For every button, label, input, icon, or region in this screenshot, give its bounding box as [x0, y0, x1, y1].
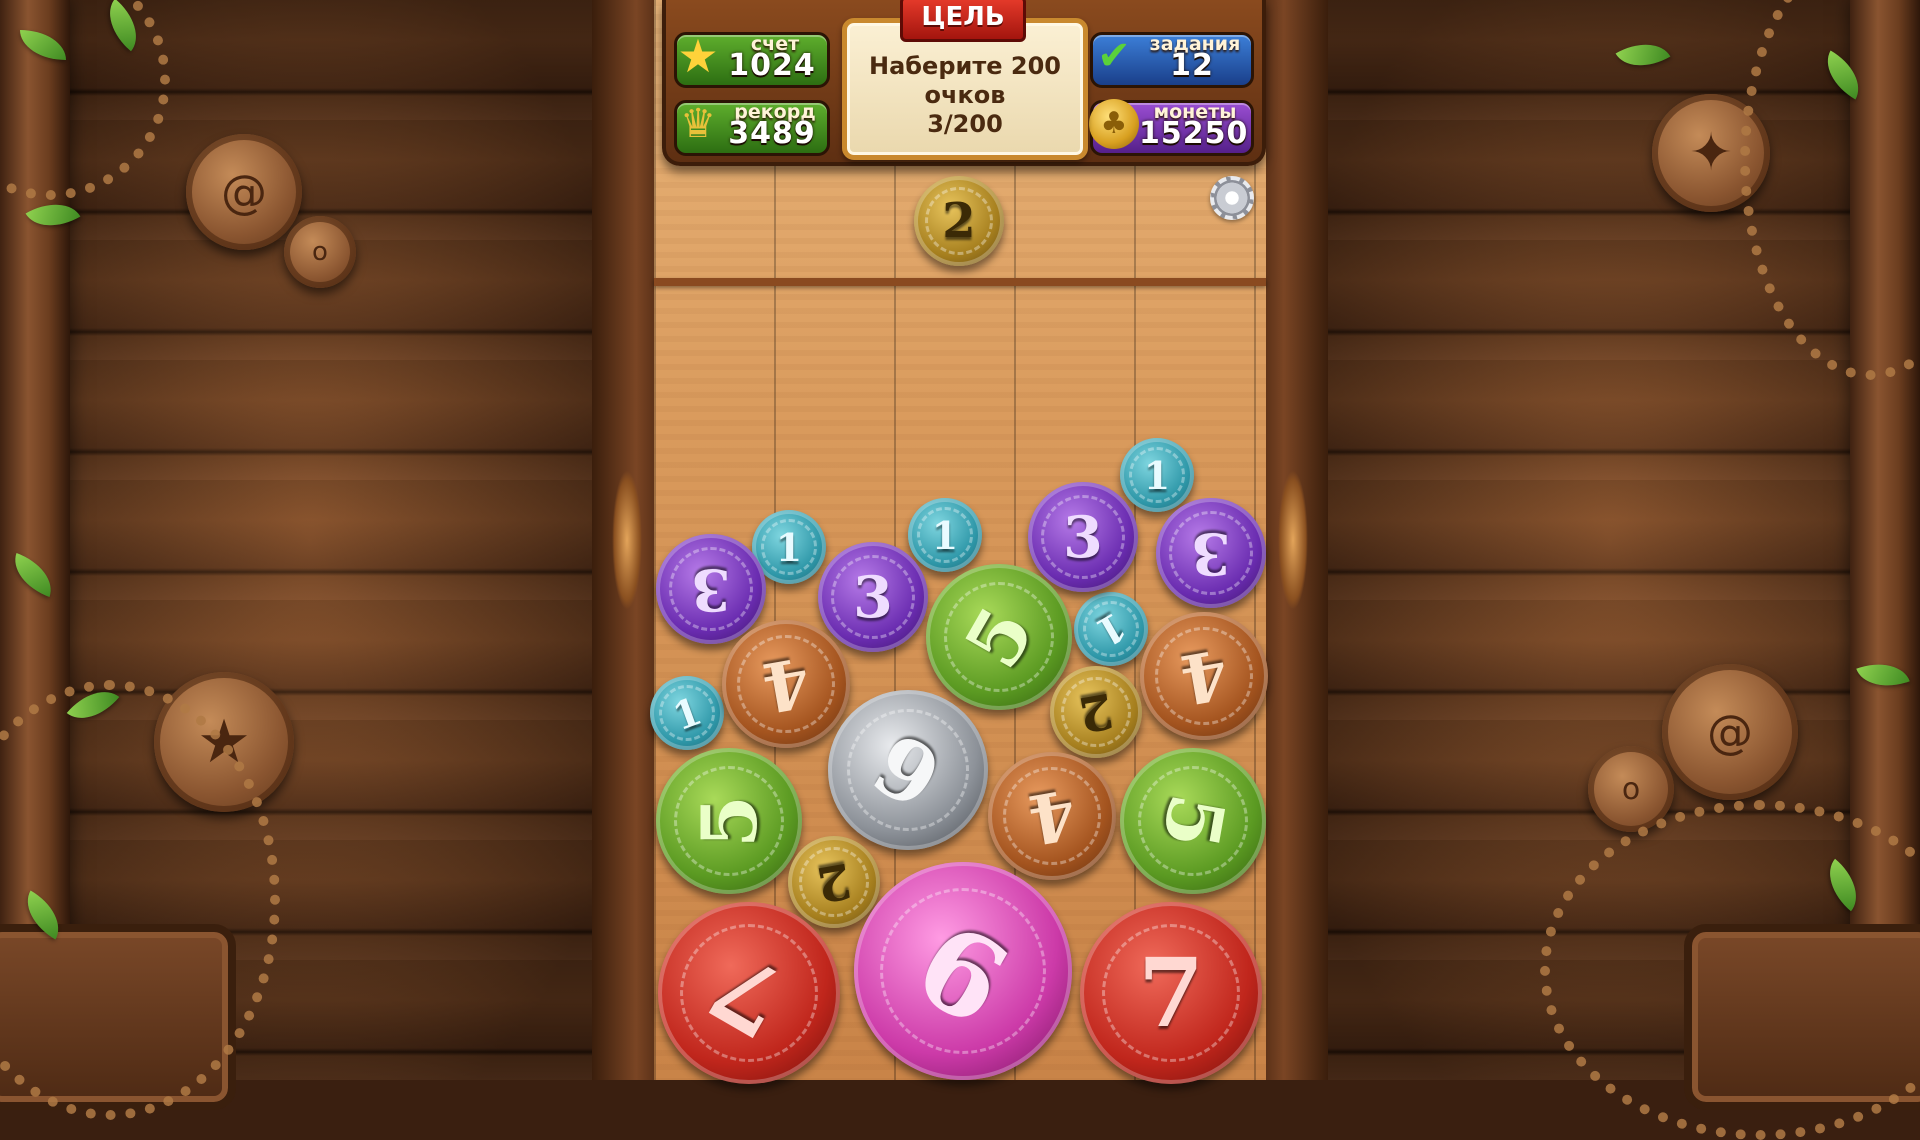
goal-description-line1: Наберите 200	[869, 52, 1061, 80]
gear-icon[interactable]	[1210, 176, 1254, 220]
coins-value: 15250	[1139, 116, 1249, 151]
coin-gold: 2	[1050, 666, 1142, 758]
coins-panel[interactable]: ♣ монеты 15250	[1089, 99, 1254, 156]
coin-value: 7	[1137, 937, 1205, 1049]
coin-value: 3	[691, 555, 731, 623]
coin-value: 4	[756, 641, 816, 727]
coin-value: 3	[1063, 503, 1103, 571]
coin-value: 3	[853, 563, 893, 631]
coin-bronze: 4	[722, 620, 850, 748]
wood-spiral-token-icon: @	[186, 134, 302, 250]
coin-value: 6	[858, 713, 958, 827]
trophy-icon: ♛	[680, 101, 716, 147]
tasks-value: 12	[1170, 48, 1214, 83]
coin-value: 9	[895, 893, 1031, 1049]
coin-value: 3	[1191, 519, 1231, 587]
left-frame-ornament	[612, 470, 642, 610]
wood-spiral-token-right-icon: @	[1662, 664, 1798, 800]
score-value: 1024	[728, 48, 816, 83]
goal-progress: 3/200	[927, 110, 1003, 138]
next-coin-value: 2	[942, 193, 976, 249]
wood-small-token-icon: o	[284, 216, 356, 288]
coin-value: 2	[1074, 681, 1118, 743]
coin-teal: 1	[1120, 438, 1194, 512]
coin-teal: 1	[908, 498, 982, 572]
coin-value: 4	[1022, 773, 1082, 859]
coin-bronze: 4	[988, 752, 1116, 880]
coin-value: 5	[684, 794, 774, 848]
coin-bronze: 4	[1140, 612, 1268, 740]
coin-green: 5	[656, 748, 802, 894]
coin-value: 4	[1174, 633, 1234, 719]
coin-value: 5	[1144, 787, 1242, 855]
coin-value: 1	[931, 512, 959, 558]
tasks-panel[interactable]: ✔ задания 12	[1090, 32, 1254, 88]
drop-limit-line	[654, 278, 1266, 286]
coin-green: 5	[926, 564, 1072, 710]
coin-value: 1	[1143, 452, 1171, 498]
clover-coin-icon: ♣	[1085, 95, 1143, 153]
coin-purple: 3	[1028, 482, 1138, 592]
coin-magenta: 9	[854, 862, 1072, 1080]
coin-value: 5	[947, 591, 1051, 683]
coin-purple: 3	[1156, 498, 1266, 608]
next-coin[interactable]: 2	[914, 176, 1004, 266]
record-panel: ♛ рекорд 3489	[674, 100, 830, 156]
coin-red: 7	[658, 902, 840, 1084]
goal-description-line2: очков	[924, 81, 1006, 109]
coin-value: 7	[692, 928, 806, 1058]
coin-teal: 1	[1074, 592, 1148, 666]
coin-red: 7	[1080, 902, 1262, 1084]
coin-value: 2	[812, 851, 856, 913]
record-value: 3489	[728, 116, 816, 151]
coin-teal: 1	[650, 676, 724, 750]
goal-title: ЦЕЛЬ	[900, 0, 1026, 42]
coin-silver: 6	[828, 690, 988, 850]
scroll-check-icon: ✔	[1097, 33, 1131, 79]
coin-gold: 2	[788, 836, 880, 928]
coin-value: 1	[666, 687, 708, 739]
coin-value: 1	[1088, 602, 1134, 656]
coin-value: 1	[775, 524, 803, 570]
star-icon: ★	[677, 29, 719, 83]
right-frame-ornament	[1278, 470, 1308, 610]
coin-purple: 3	[818, 542, 928, 652]
coin-purple: 3	[656, 534, 766, 644]
coin-green: 5	[1120, 748, 1266, 894]
score-panel: ★ счет 1024	[674, 32, 830, 88]
